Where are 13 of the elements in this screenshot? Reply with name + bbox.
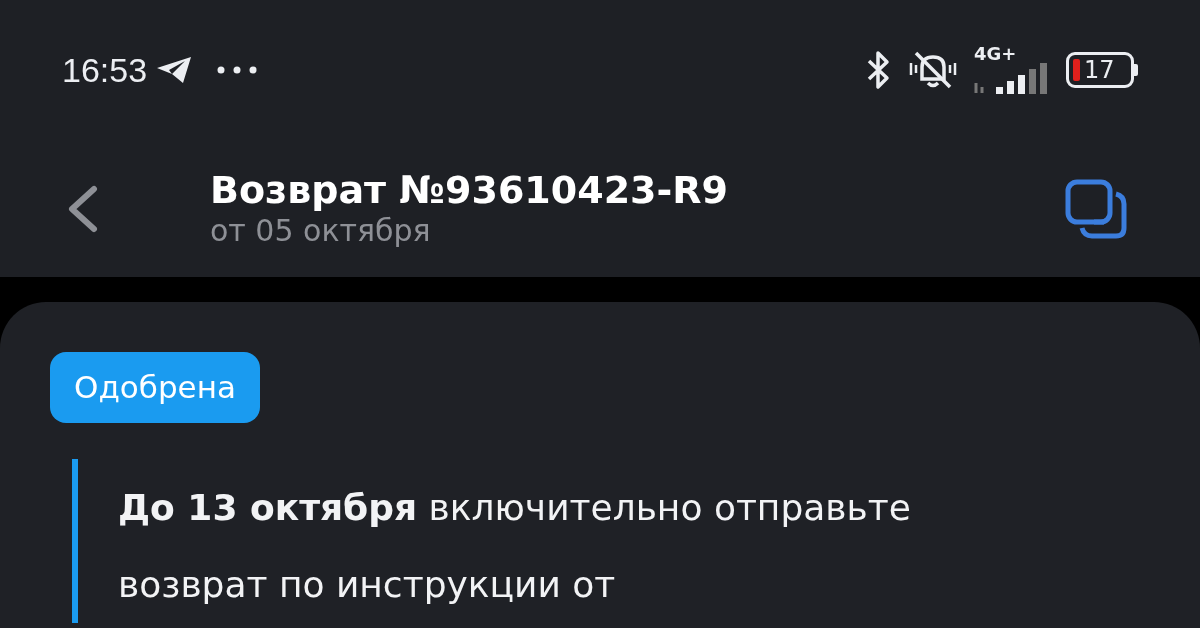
return-title: Возврат №93610423-R9 [210,167,728,214]
more-icon [217,66,258,74]
battery-indicator: 17 [1066,52,1134,88]
return-date: от 05 октября [210,213,432,250]
instruction-text: До 13 октября включительно отправьте возврат по инструкции от [118,485,912,607]
signal-icon [974,63,1050,95]
network-type: 4G+ [974,45,1017,63]
copy-icon[interactable] [1064,177,1128,240]
clock: 16:53 [62,49,148,91]
status-badge: Одобрена [50,352,260,423]
muted-bell-icon [908,49,958,91]
paper-plane-icon [155,55,194,85]
bluetooth-icon [866,50,892,90]
